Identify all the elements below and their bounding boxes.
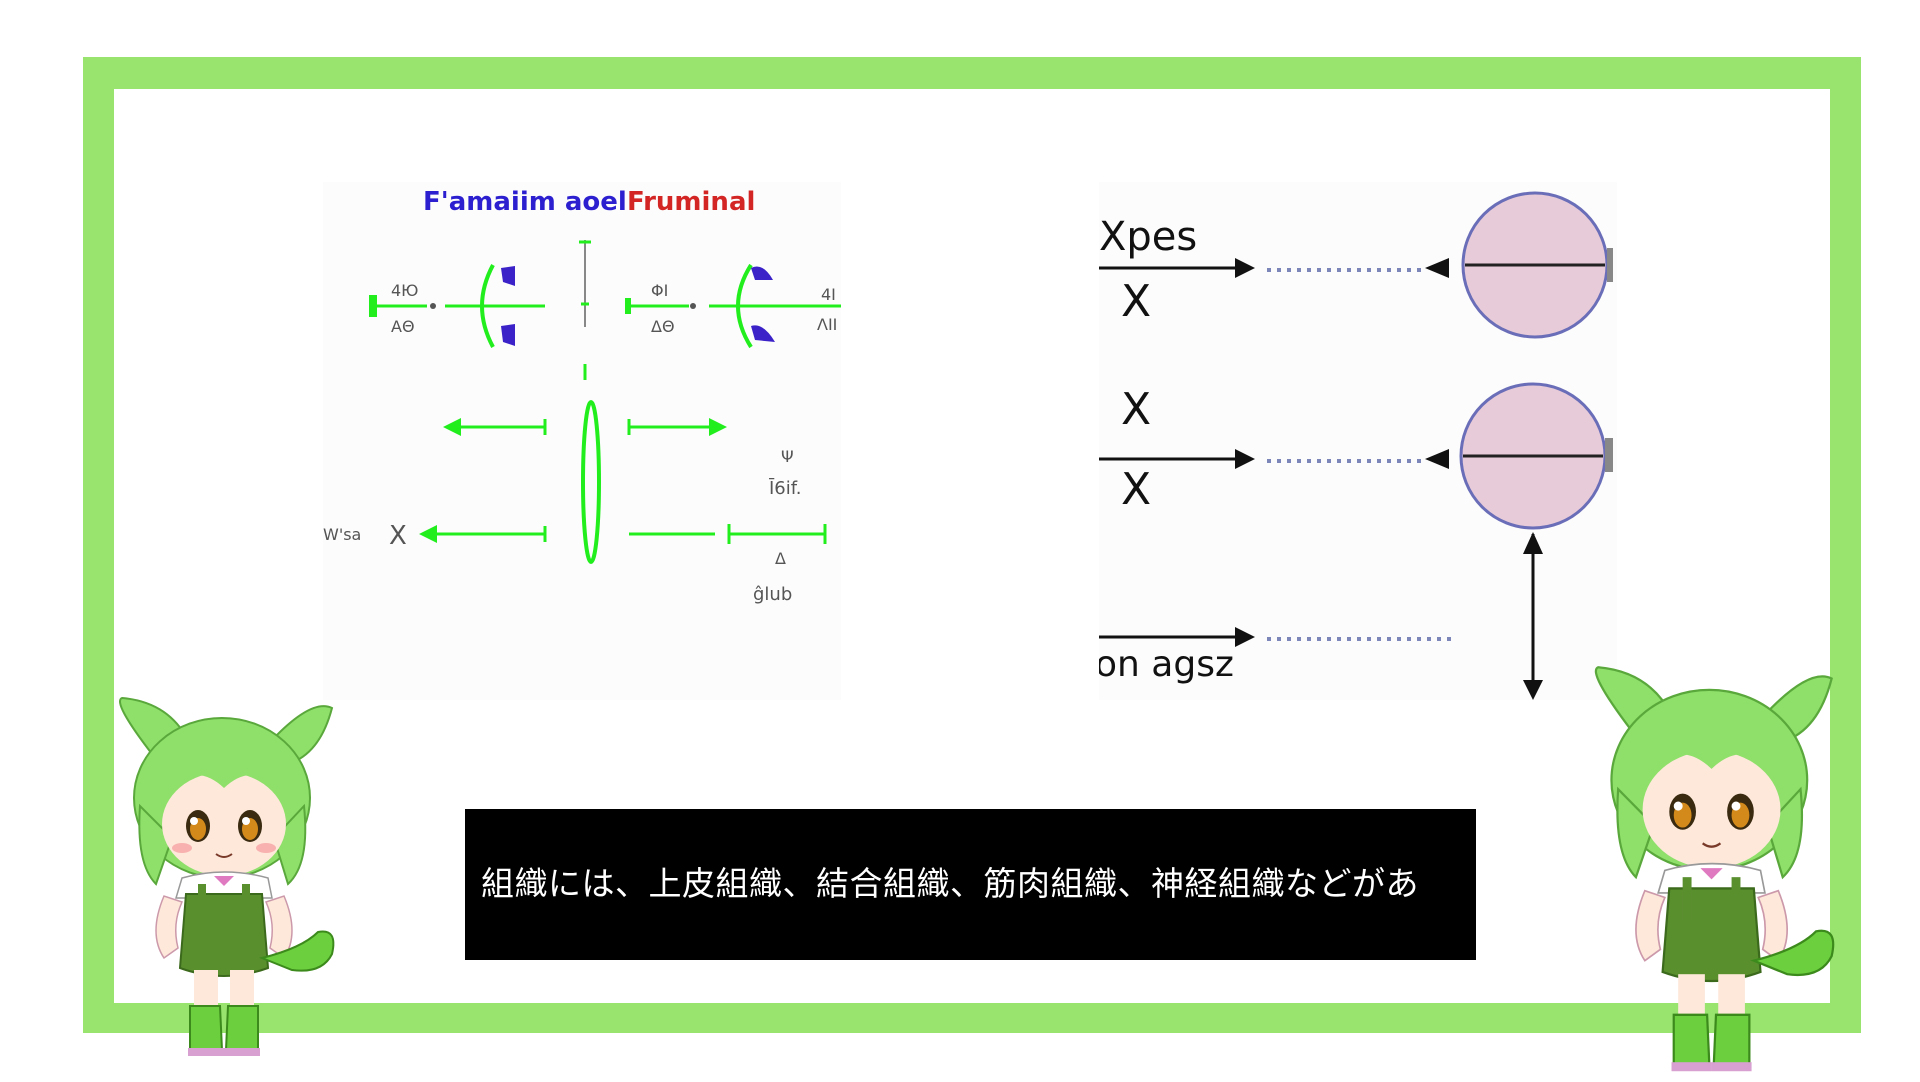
mid-left-arrowhead bbox=[443, 418, 461, 436]
mascot-character-left bbox=[112, 688, 344, 1062]
top-right-marker-up bbox=[751, 266, 773, 280]
top-right-label-b: ΔΘ bbox=[651, 317, 675, 336]
row1-x-label: X bbox=[1121, 276, 1151, 327]
row1-reverse-arrowhead bbox=[1425, 258, 1449, 278]
center-lens-ellipse bbox=[581, 400, 601, 564]
subtitle-caption-text: 組織には、上皮組織、結合組織、筋肉組織、神経組織などがあ bbox=[481, 864, 1419, 903]
right-mid-label-b: Ī6if. bbox=[769, 477, 802, 499]
row2-reverse-arrowhead bbox=[1425, 449, 1449, 469]
top-right-marker-down bbox=[751, 325, 775, 342]
top-circle-edge-mark bbox=[1607, 248, 1613, 282]
subtitle-caption-box: 組織には、上皮組織、結合組織、筋肉組織、神経組織などがあ bbox=[465, 809, 1476, 960]
row2-arrowhead bbox=[1235, 449, 1255, 469]
vertical-arrowhead-up bbox=[1523, 532, 1543, 554]
row3-arrowhead bbox=[1235, 627, 1255, 647]
right-diagram-figure: Xpes X X X on agsz bbox=[1099, 191, 1613, 700]
bottom-left-x-label: X bbox=[389, 521, 407, 551]
left-diagram-figure: F'amaiim aoel Fruminal 4Ю ΑΘ ΦI ΔΘ 4I ΛI… bbox=[323, 187, 841, 605]
right-low-label-a: Δ bbox=[775, 549, 786, 568]
mascot-character-right bbox=[1587, 656, 1845, 1078]
top-right-point bbox=[690, 303, 696, 309]
top-left-label-a: 4Ю bbox=[391, 281, 418, 300]
right-diagram-top-label: Xpes bbox=[1099, 214, 1197, 260]
far-right-label-a: 4I bbox=[821, 285, 836, 304]
bottom-circle-edge-mark bbox=[1605, 438, 1613, 472]
top-left-label-b: ΑΘ bbox=[391, 317, 415, 336]
vertical-arrowhead-down bbox=[1523, 680, 1543, 700]
left-diagram-title-part1: F'amaiim aoel bbox=[423, 187, 627, 217]
row1-arrowhead bbox=[1235, 258, 1255, 278]
right-low-label-b: ĝlub bbox=[753, 584, 792, 605]
top-right-end-cap bbox=[625, 298, 631, 314]
bottom-left-arrowhead bbox=[419, 525, 437, 543]
bottom-left-label: W'sa bbox=[323, 525, 361, 544]
left-diagram-title-part2: Fruminal bbox=[627, 187, 755, 217]
top-left-point bbox=[430, 303, 436, 309]
right-mid-label-a: Ψ bbox=[781, 447, 794, 466]
mascot-right-illustration bbox=[1594, 666, 1835, 1072]
top-left-marker-down bbox=[501, 324, 515, 346]
left-diagram-image: F'amaiim aoel Fruminal 4Ю ΑΘ ΦI ΔΘ 4I ΛI… bbox=[323, 182, 841, 700]
top-left-marker-up bbox=[501, 266, 515, 286]
mascot-left-illustration bbox=[119, 696, 335, 1056]
row2-x-label-bottom: X bbox=[1121, 464, 1151, 515]
right-diagram-bottom-label: on agsz bbox=[1099, 644, 1234, 685]
far-right-label-b: ΛII bbox=[817, 315, 837, 334]
mid-right-arrowhead bbox=[709, 418, 727, 436]
top-right-label-a: ΦI bbox=[651, 281, 668, 300]
right-diagram-image: Xpes X X X on agsz bbox=[1099, 182, 1617, 700]
row2-x-label-top: X bbox=[1121, 384, 1151, 435]
